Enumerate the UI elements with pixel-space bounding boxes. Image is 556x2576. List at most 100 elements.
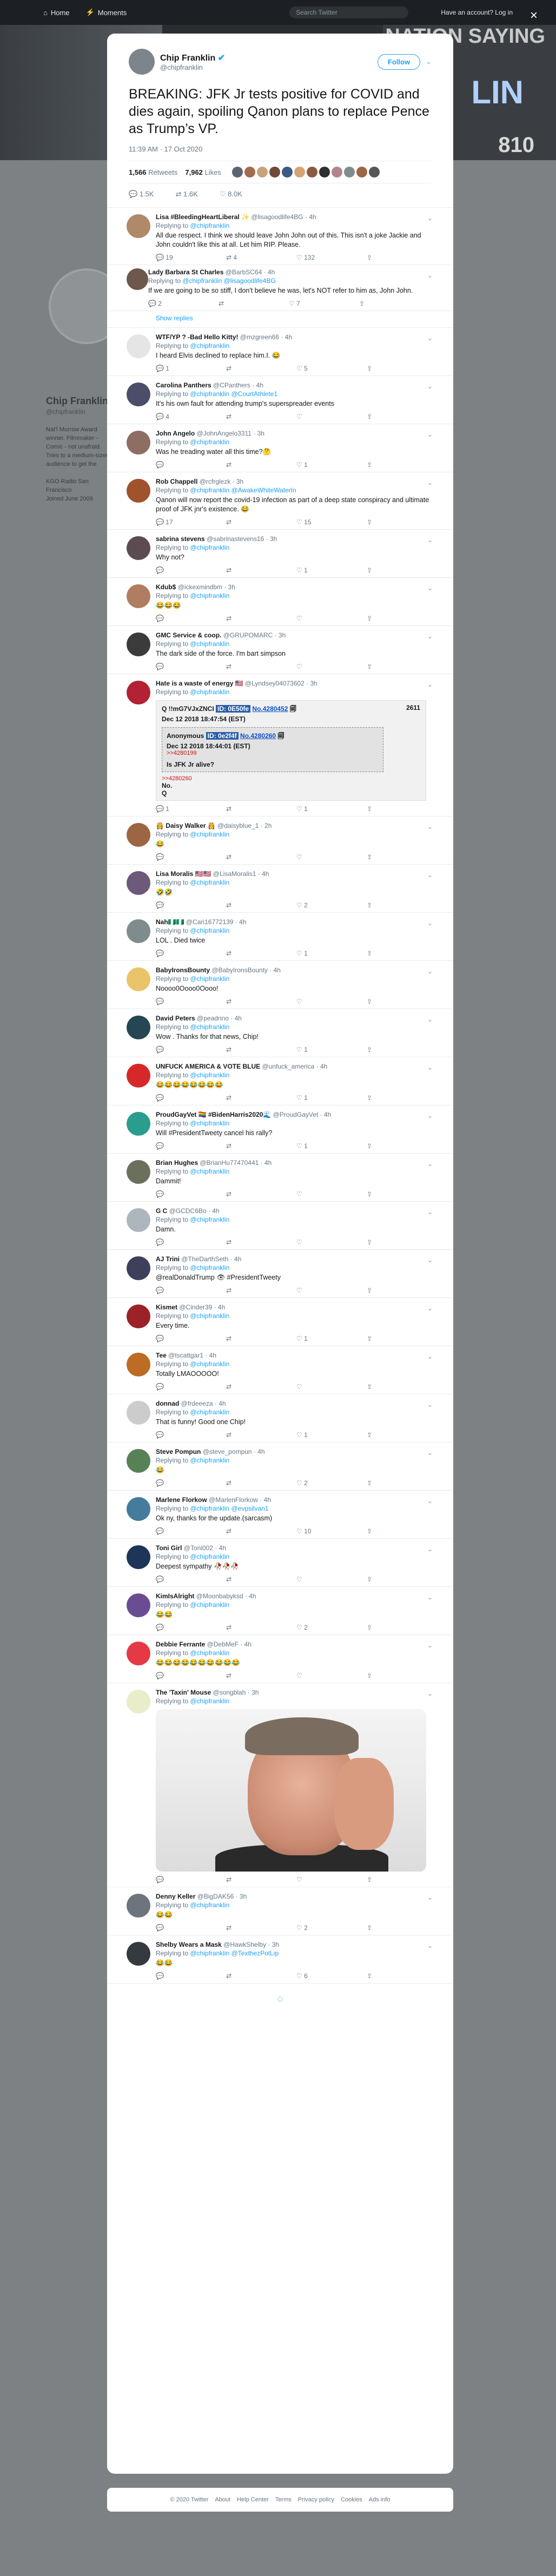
reply-button[interactable]: 💬 <box>156 1431 194 1439</box>
reply-button[interactable]: 💬 1.5K <box>129 190 154 199</box>
reply-tweet[interactable]: Nah🇳🇬🇳🇬 @Cari16772139 · 4h Replying to @… <box>107 913 453 961</box>
reply-author-name[interactable]: WTF/YP ? -Bad Hello Kitty! <box>156 333 238 341</box>
reply-button[interactable]: 💬 <box>156 566 194 574</box>
reply-handle[interactable]: @peadrino · 4h <box>197 1014 242 1022</box>
share-icon[interactable]: ⇪ <box>367 853 405 861</box>
liker-avatar[interactable] <box>356 167 367 177</box>
reply-author-name[interactable]: Lisa Moralis 🇺🇸🇺🇸 <box>156 870 211 878</box>
reply-mention[interactable]: @chipfranklin <box>190 1408 229 1416</box>
like-button[interactable]: ♡ 10 <box>296 1527 334 1535</box>
chevron-down-icon[interactable]: ⌄ <box>427 536 433 544</box>
share-icon[interactable]: ⇪ <box>367 615 405 622</box>
like-button[interactable]: ♡ 1 <box>296 805 334 813</box>
retweet-button[interactable]: ⇄ 4 <box>226 254 264 261</box>
like-button[interactable]: ♡ 7 <box>289 300 327 307</box>
reply-tweet[interactable]: BabyIronsBounty @BabyIronsBounty · 4h Re… <box>107 961 453 1009</box>
chevron-down-icon[interactable]: ⌄ <box>427 1497 433 1505</box>
retweet-button[interactable]: ⇄ <box>226 805 264 813</box>
like-button[interactable]: ♡ <box>296 1672 334 1679</box>
avatar[interactable] <box>127 1894 150 1918</box>
avatar[interactable] <box>127 871 150 895</box>
retweet-button[interactable]: ⇄ <box>219 300 256 307</box>
retweet-button[interactable]: ⇄ <box>226 901 264 909</box>
like-button[interactable]: ♡ <box>296 1287 334 1294</box>
reply-handle[interactable]: @Cinder39 · 4h <box>179 1303 225 1311</box>
reply-author-name[interactable]: Denny Keller <box>156 1893 195 1900</box>
reply-tweet[interactable]: Shelby Wears a Mask @HawkShelby · 3h Rep… <box>107 1935 453 1984</box>
retweet-button[interactable]: ⇄ <box>226 1624 264 1631</box>
reply-button[interactable]: 💬 <box>156 853 194 861</box>
reply-author-name[interactable]: Steve Pompun <box>156 1448 201 1455</box>
like-button[interactable]: ♡ 5 <box>296 365 334 372</box>
reply-author-name[interactable]: Lady Barbara St Charles <box>148 268 223 276</box>
like-button[interactable]: ♡ <box>296 853 334 861</box>
retweet-button[interactable]: ⇄ <box>226 1672 264 1679</box>
reply-mention[interactable]: @chipfranklin <box>190 592 229 599</box>
liker-avatar[interactable] <box>319 167 330 177</box>
share-icon[interactable]: ⇪ <box>367 566 405 574</box>
reply-author-name[interactable]: Kismet <box>156 1303 177 1311</box>
reply-tweet[interactable]: Marlene Florkow @MarlenFlorkow · 4h Repl… <box>107 1491 453 1539</box>
reply-tweet[interactable]: John Angelo @JohnAngelo3311 · 3h Replyin… <box>107 424 453 472</box>
like-button[interactable]: ♡ 15 <box>296 518 334 526</box>
reply-button[interactable]: 💬 <box>156 1383 194 1391</box>
reply-button[interactable]: 💬 <box>156 663 194 670</box>
reply-tweet[interactable]: UNFUCK AMERICA & VOTE BLUE @unfuck_ameri… <box>107 1057 453 1105</box>
reply-author-name[interactable]: John Angelo <box>156 430 195 437</box>
share-icon[interactable]: ⇪ <box>367 1924 405 1932</box>
reply-author-name[interactable]: G C <box>156 1207 167 1215</box>
show-replies-link[interactable]: Show replies <box>107 311 453 328</box>
reply-tweet[interactable]: Lady Barbara St Charles @BarbSC64 · 4h R… <box>107 265 453 311</box>
reply-mention[interactable]: @chipfranklin @lisagoodlife4BG <box>182 277 275 285</box>
avatar[interactable] <box>129 49 155 75</box>
retweet-button[interactable]: ⇄ <box>226 1287 264 1294</box>
like-button[interactable]: ♡ 1 <box>296 1094 334 1102</box>
reply-tweet[interactable]: sabrina stevens @sabrinastevens16 · 3h R… <box>107 530 453 578</box>
footer-link[interactable]: Privacy policy <box>298 2496 334 2503</box>
share-icon[interactable]: ⇪ <box>367 1576 405 1583</box>
reply-author-name[interactable]: The 'Taxin' Mouse <box>156 1689 211 1696</box>
retweet-button[interactable]: ⇄ <box>226 365 264 372</box>
reply-author-name[interactable]: BabyIronsBounty <box>156 966 210 974</box>
reply-tweet[interactable]: WTF/YP ? -Bad Hello Kitty! @mzgreen66 · … <box>107 328 453 376</box>
reply-handle[interactable]: @sabrinastevens16 · 3h <box>207 535 277 543</box>
reply-button[interactable]: 💬 17 <box>156 518 194 526</box>
liker-avatar[interactable] <box>256 167 268 177</box>
avatar[interactable] <box>127 1449 150 1473</box>
chevron-down-icon[interactable]: ⌄ <box>427 272 433 279</box>
reply-photo[interactable] <box>156 1709 426 1872</box>
close-icon[interactable]: × <box>530 8 538 23</box>
reply-button[interactable]: 💬 <box>156 1046 194 1053</box>
reply-mention[interactable]: @chipfranklin <box>190 1216 229 1223</box>
chevron-down-icon[interactable]: ⌄ <box>427 1401 433 1408</box>
reply-handle[interactable]: @GCDC6Bo · 4h <box>169 1207 220 1215</box>
liker-avatar[interactable] <box>281 167 293 177</box>
chevron-down-icon[interactable]: ⌄ <box>427 1545 433 1553</box>
like-button[interactable]: ♡ <box>296 1576 334 1583</box>
liker-avatar[interactable] <box>368 167 380 177</box>
like-button[interactable]: ♡ 2 <box>296 1624 334 1631</box>
chevron-down-icon[interactable]: ⌄ <box>427 967 433 975</box>
reply-tweet[interactable]: Brian Hughes @BrianHu77470441 · 4h Reply… <box>107 1154 453 1202</box>
avatar[interactable] <box>127 633 150 656</box>
like-button[interactable]: ♡ 1 <box>296 461 334 469</box>
retweet-button[interactable]: ⇄ <box>226 1335 264 1342</box>
reply-mention[interactable]: @chipfranklin <box>190 342 229 350</box>
reply-handle[interactable]: @DebMeF · 4h <box>207 1641 251 1648</box>
chevron-down-icon[interactable]: ⌄ <box>427 584 433 592</box>
retweet-button[interactable]: ⇄ <box>226 663 264 670</box>
reply-tweet[interactable]: KimIsAlright @Moonbabyksd · 4h Replying … <box>107 1587 453 1635</box>
avatar[interactable] <box>127 431 150 454</box>
retweet-button[interactable]: ⇄ <box>226 461 264 469</box>
author-name[interactable]: Chip Franklin <box>160 54 215 63</box>
nav-moments[interactable]: ⚡ Moments <box>86 8 127 17</box>
chevron-down-icon[interactable]: ⌄ <box>427 1064 433 1071</box>
reply-handle[interactable]: @BrianHu77470441 · 4h <box>200 1159 272 1167</box>
chevron-down-icon[interactable]: ⌄ <box>427 1256 433 1264</box>
share-icon[interactable]: ⇪ <box>367 1431 405 1439</box>
avatar[interactable] <box>127 334 150 358</box>
reply-tweet[interactable]: Carolina Panthers @CPanthers · 4h Replyi… <box>107 376 453 424</box>
liker-avatar[interactable] <box>306 167 317 177</box>
share-icon[interactable]: ⇪ <box>367 998 405 1005</box>
retweet-button[interactable]: ⇄ <box>226 1576 264 1583</box>
